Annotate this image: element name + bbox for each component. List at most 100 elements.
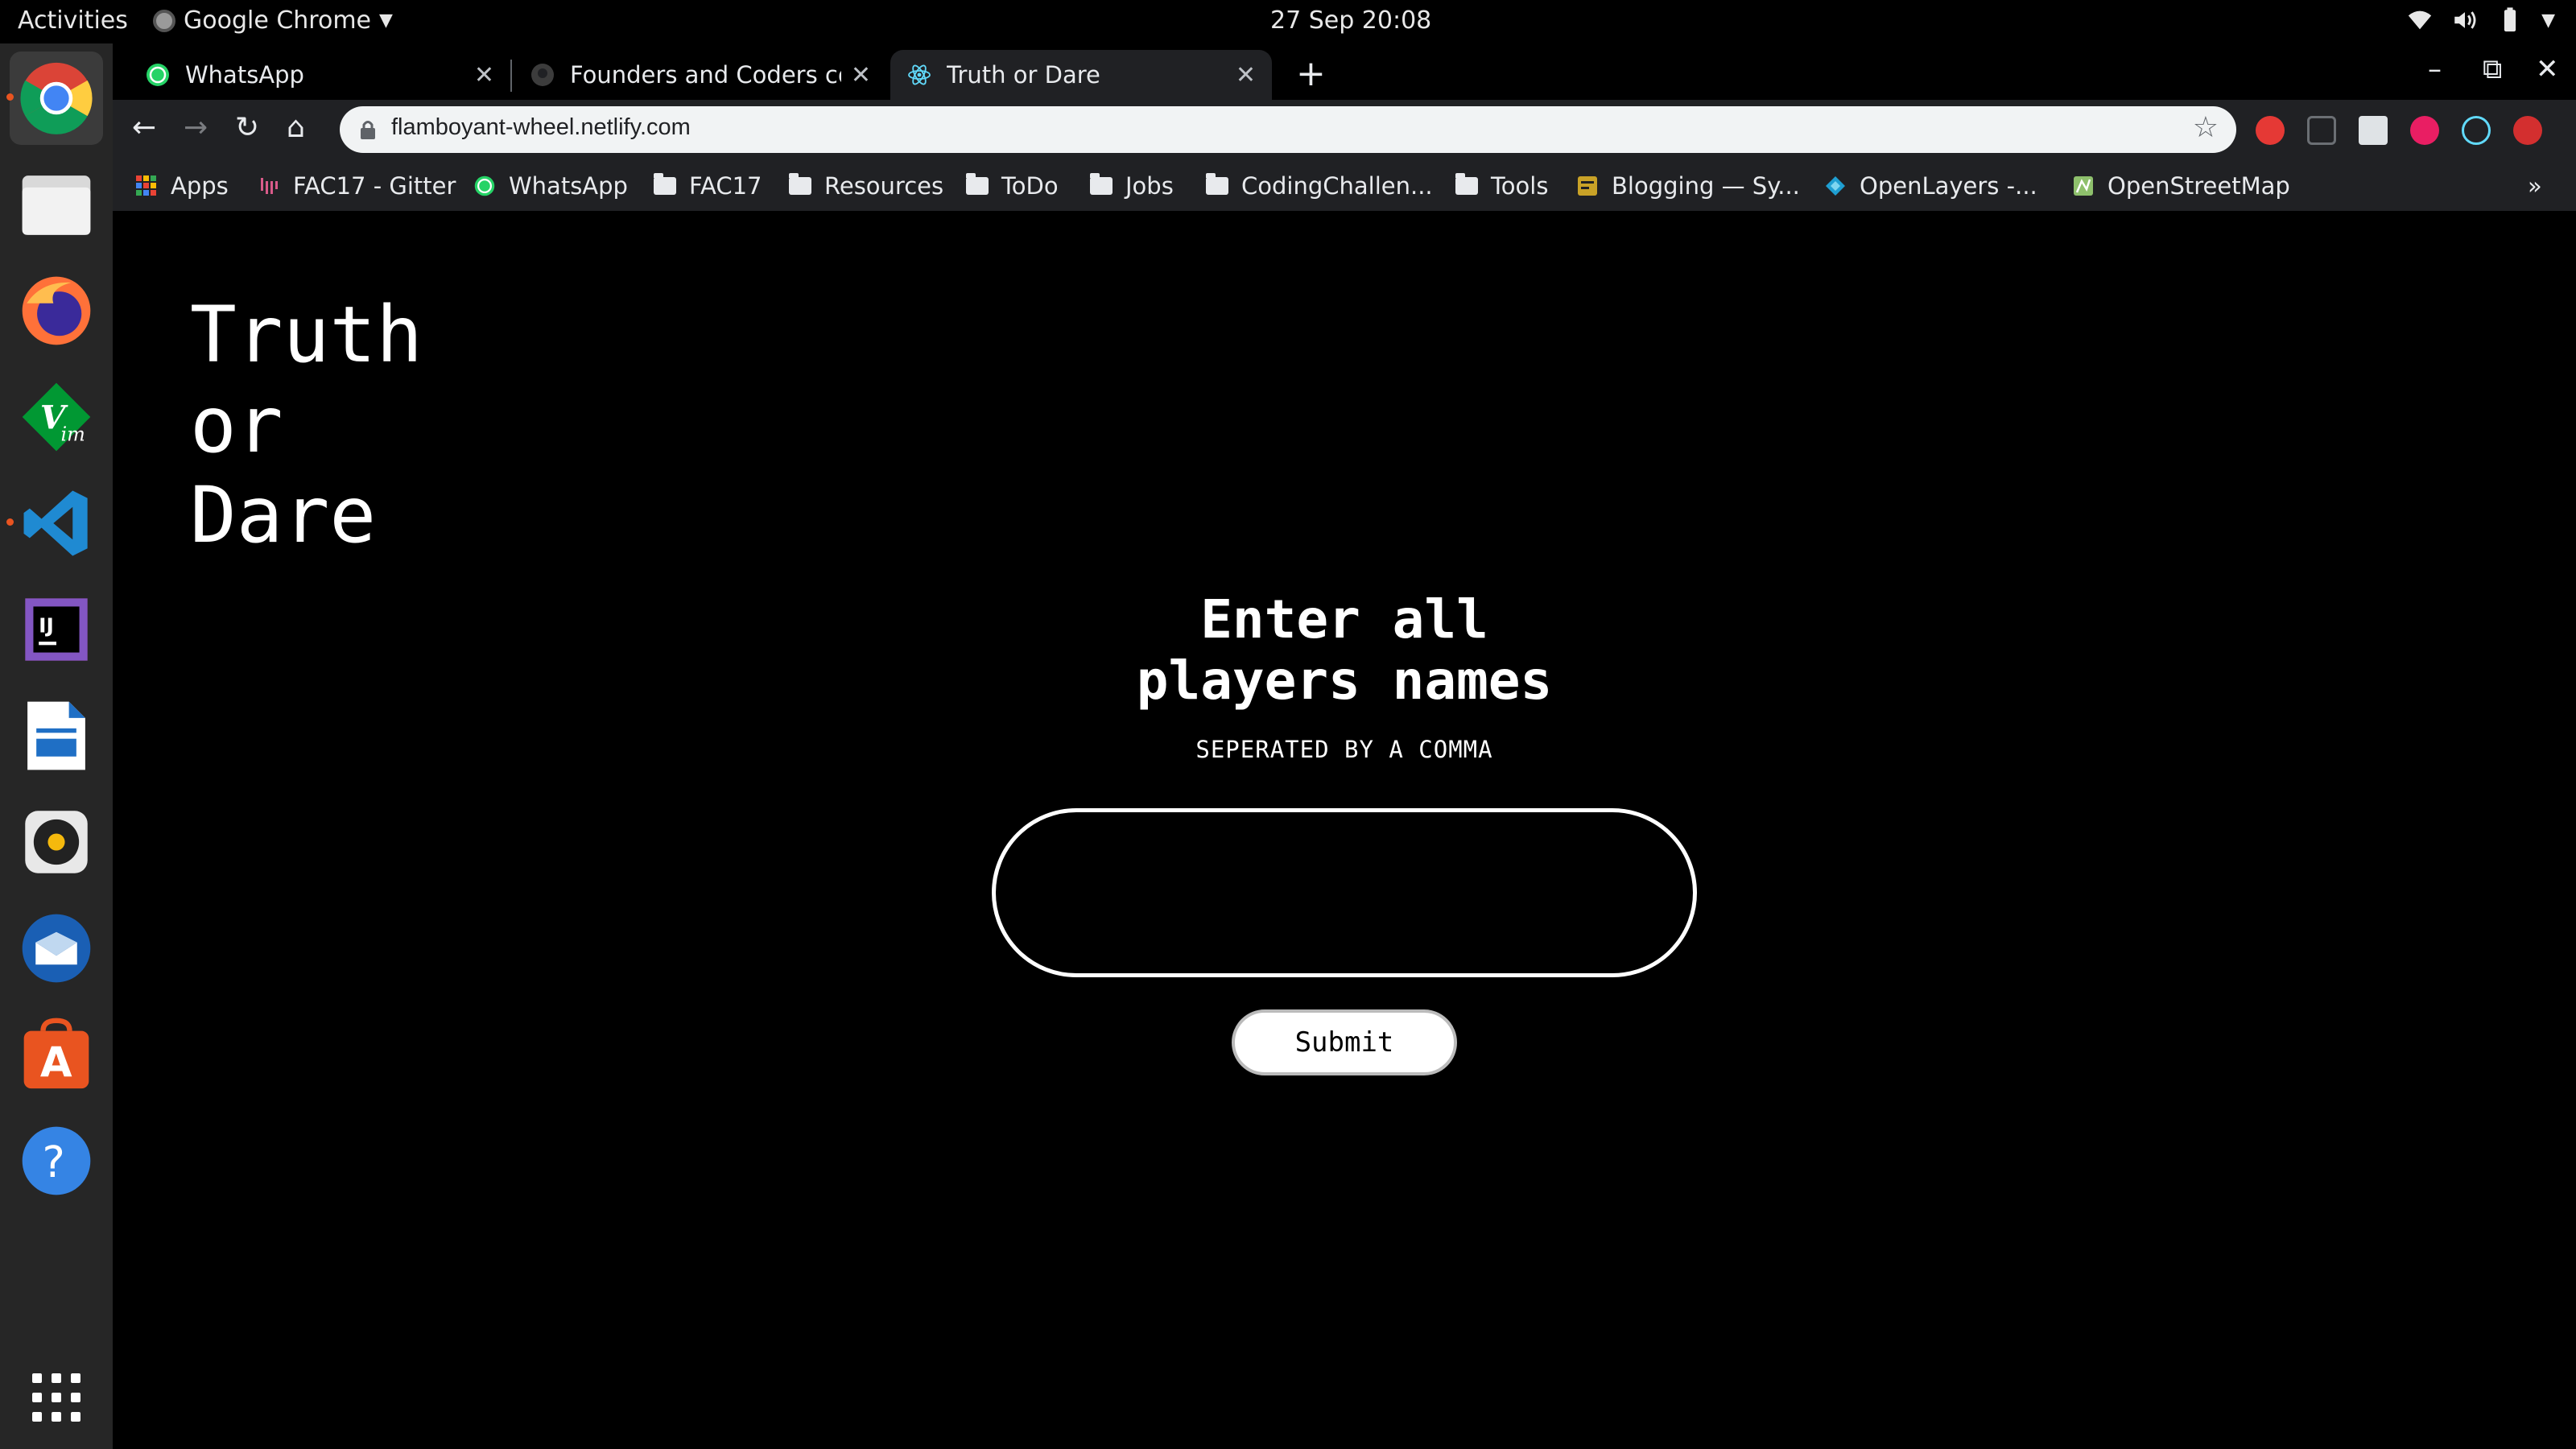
bookmark-label: Jobs xyxy=(1125,172,1174,200)
submit-button[interactable]: Submit xyxy=(1232,1009,1457,1075)
ublock-extension-icon[interactable] xyxy=(2256,116,2285,145)
bookmark-openlayers[interactable]: OpenLayers -... xyxy=(1824,169,2037,203)
bookmark-apps[interactable]: Apps xyxy=(135,169,229,203)
bookmark-label: FAC17 xyxy=(689,172,762,200)
dock-vim[interactable]: V im xyxy=(10,370,103,464)
folder-icon xyxy=(1455,173,1478,195)
clock[interactable]: 27 Sep 20:08 xyxy=(1270,6,1431,35)
tab-title: WhatsApp xyxy=(185,61,304,89)
chevron-down-icon: ▼ xyxy=(379,10,393,31)
close-icon[interactable]: ✕ xyxy=(851,61,871,89)
back-button[interactable]: ← xyxy=(132,111,156,144)
app-title-line: Dare xyxy=(190,470,377,560)
bookmarks-bar: Apps FAC17 - Gitter WhatsApp FAC17 Resou… xyxy=(113,161,2576,211)
activities-button[interactable]: Activities xyxy=(18,6,128,35)
forward-button[interactable]: → xyxy=(184,111,208,144)
app-title-line: Truth xyxy=(190,290,423,380)
tab-title: Founders and Coders coh xyxy=(570,61,841,89)
bookmark-folder-todo[interactable]: ToDo xyxy=(966,169,1059,203)
app-grid-icon xyxy=(32,1373,80,1422)
apps-grid-icon xyxy=(136,175,156,196)
bookmark-whatsapp[interactable]: WhatsApp xyxy=(473,169,628,203)
show-applications-button[interactable] xyxy=(10,1351,103,1444)
bookmark-label: CodingChallen... xyxy=(1241,172,1433,200)
folder-icon xyxy=(789,173,811,195)
bookmark-folder-jobs[interactable]: Jobs xyxy=(1090,169,1174,203)
bookmark-folder-tools[interactable]: Tools xyxy=(1455,169,1548,203)
tab-whatsapp[interactable]: WhatsApp ✕ xyxy=(129,50,510,100)
dock-software[interactable]: A xyxy=(10,1008,103,1101)
pocket-extension-icon[interactable] xyxy=(2410,116,2439,145)
page-content: Truth or Dare Enter all players names SE… xyxy=(113,211,2576,1449)
intellij-icon: IJ xyxy=(25,598,88,661)
dock-firefox[interactable] xyxy=(10,264,103,357)
rhythmbox-icon xyxy=(25,811,88,873)
tab-truth-or-dare[interactable]: Truth or Dare ✕ xyxy=(890,50,1272,100)
bookmark-label: Resources xyxy=(824,172,944,200)
bookmark-star-icon[interactable]: ☆ xyxy=(2193,111,2219,144)
minimize-button[interactable]: – xyxy=(2428,53,2442,85)
react-devtools-icon[interactable] xyxy=(2462,116,2491,145)
folder-icon xyxy=(966,173,989,195)
chevron-down-icon: ▼ xyxy=(2541,10,2555,31)
players-subheading: SEPERATED BY A COMMA xyxy=(1195,736,1493,763)
json-extension-icon[interactable] xyxy=(2307,116,2336,145)
blog-icon xyxy=(1578,176,1597,196)
close-icon[interactable]: ✕ xyxy=(1236,61,1256,89)
player-names-input[interactable] xyxy=(992,808,1697,977)
vim-icon: V im xyxy=(22,382,91,452)
svg-text:IJ: IJ xyxy=(39,613,54,637)
restore-button[interactable]: ⧉ xyxy=(2483,53,2502,85)
folder-icon xyxy=(1090,173,1113,195)
dock: V im IJ A ? xyxy=(0,43,113,1449)
bookmark-folder-codingchallenges[interactable]: CodingChallen... xyxy=(1206,169,1433,203)
reload-button[interactable]: ↻ xyxy=(235,111,259,144)
address-bar[interactable]: flamboyant-wheel.netlify.com ☆ xyxy=(340,106,2236,153)
home-button[interactable]: ⌂ xyxy=(287,111,305,144)
close-icon[interactable]: ✕ xyxy=(474,61,494,89)
openlayers-icon xyxy=(1826,176,1845,196)
sheet-extension-icon[interactable] xyxy=(2359,116,2388,145)
vscode-icon xyxy=(23,490,88,556)
bookmark-blogging[interactable]: Blogging — Sy... xyxy=(1576,169,1800,203)
tab-founders-coders[interactable]: Founders and Coders coh ✕ xyxy=(514,50,887,100)
bookmark-openstreetmap[interactable]: OpenStreetMap xyxy=(2072,169,2290,203)
software-center-icon: A xyxy=(23,1018,89,1089)
dock-vscode[interactable] xyxy=(6,477,103,570)
writer-icon xyxy=(27,701,85,770)
thunderbird-icon xyxy=(22,914,91,983)
dock-help[interactable]: ? xyxy=(10,1114,103,1208)
bookmark-folder-resources[interactable]: Resources xyxy=(789,169,943,203)
battery-icon xyxy=(2504,7,2516,32)
bookmark-label: Blogging — Sy... xyxy=(1612,172,1800,200)
close-window-button[interactable]: ✕ xyxy=(2536,53,2559,85)
dock-rhythmbox[interactable] xyxy=(10,795,103,889)
wifi-icon xyxy=(2408,10,2432,30)
dock-intellij[interactable]: IJ xyxy=(10,583,103,676)
bookmark-label: OpenLayers -... xyxy=(1860,172,2037,200)
adblock-plus-icon[interactable] xyxy=(2513,116,2542,145)
folder-icon xyxy=(654,173,676,195)
dock-chrome[interactable] xyxy=(6,52,103,145)
bookmark-label: FAC17 - Gitter xyxy=(293,172,456,200)
dock-writer[interactable] xyxy=(10,689,103,782)
bookmark-folder-fac17[interactable]: FAC17 xyxy=(654,169,762,203)
dock-files[interactable] xyxy=(10,158,103,251)
bookmark-label: WhatsApp xyxy=(509,172,628,200)
whatsapp-icon xyxy=(147,64,169,86)
github-icon xyxy=(531,64,554,86)
tab-title: Truth or Dare xyxy=(947,61,1100,89)
lock-icon xyxy=(361,121,375,139)
dock-thunderbird[interactable] xyxy=(10,902,103,995)
bookmark-fac17-gitter[interactable]: FAC17 - Gitter xyxy=(258,169,456,203)
app-menu[interactable]: Google Chrome ▼ xyxy=(153,6,393,35)
heading-line: Enter all xyxy=(1200,588,1488,650)
svg-text:im: im xyxy=(61,423,85,445)
running-indicator xyxy=(6,93,14,101)
browser-toolbar: ← → ↻ ⌂ flamboyant-wheel.netlify.com ☆ xyxy=(113,100,2576,161)
bookmarks-overflow-button[interactable]: » xyxy=(2528,169,2542,203)
folder-icon xyxy=(1206,173,1228,195)
new-tab-button[interactable]: + xyxy=(1296,53,1326,94)
system-tray[interactable]: ▼ xyxy=(2406,6,2555,34)
openstreetmap-icon xyxy=(2074,176,2093,196)
